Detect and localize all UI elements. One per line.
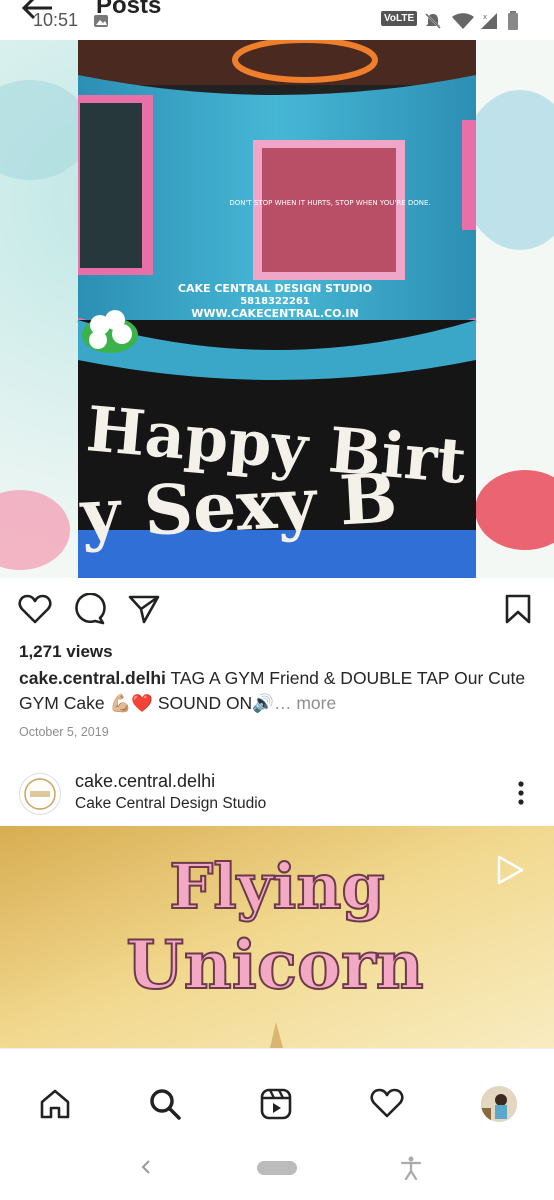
page-title: Posts xyxy=(96,0,162,19)
wifi-icon xyxy=(452,13,474,29)
watermark-line3: WWW.CAKECENTRAL.CO.IN xyxy=(191,307,358,320)
comment-icon[interactable] xyxy=(73,593,107,625)
heart-icon[interactable] xyxy=(370,1087,404,1119)
back-arrow-icon[interactable] xyxy=(18,0,58,24)
accessibility-icon[interactable] xyxy=(400,1156,422,1180)
share-icon[interactable] xyxy=(127,593,161,625)
next-post-username[interactable]: cake.central.delhi xyxy=(75,771,215,792)
cake-text-sexy: y Sexy B xyxy=(78,459,400,556)
home-pill[interactable] xyxy=(257,1161,297,1175)
post-date: October 5, 2019 xyxy=(19,725,109,739)
system-navigation xyxy=(0,1136,554,1200)
more-options-icon[interactable] xyxy=(510,779,532,809)
unicorn-title-line2: Unicorn xyxy=(126,926,424,1004)
watermark-line1: CAKE CENTRAL DESIGN STUDIO xyxy=(178,282,372,295)
mute-bell-icon xyxy=(425,13,441,29)
post-media[interactable]: DON'T STOP WHEN IT HURTS, STOP WHEN YOU'… xyxy=(0,40,554,578)
view-count[interactable]: 1,271 views xyxy=(19,642,113,662)
svg-text:x: x xyxy=(483,13,487,21)
caption-more-link[interactable]: … more xyxy=(274,693,336,713)
battery-icon xyxy=(508,11,518,30)
home-icon[interactable] xyxy=(38,1087,72,1121)
unicorn-image: Flying Unicorn xyxy=(0,826,554,1048)
signal-icon: x xyxy=(481,13,497,29)
bottom-navigation xyxy=(0,1048,554,1137)
post-caption: cake.central.delhi TAG A GYM Friend & DO… xyxy=(19,666,539,716)
caption-username[interactable]: cake.central.delhi xyxy=(19,668,166,688)
system-back-icon[interactable] xyxy=(138,1158,154,1176)
search-icon[interactable] xyxy=(148,1087,182,1121)
next-post-subtitle[interactable]: Cake Central Design Studio xyxy=(75,795,266,813)
bookmark-icon[interactable] xyxy=(504,593,532,625)
cake-image: DON'T STOP WHEN IT HURTS, STOP WHEN YOU'… xyxy=(0,40,554,578)
like-heart-icon[interactable] xyxy=(18,593,52,625)
profile-avatar[interactable] xyxy=(481,1086,517,1122)
volte-badge: VoLTE xyxy=(381,11,418,26)
status-bar: 10:51 VoLTE x xyxy=(0,0,554,40)
watermark-line2: 5818322261 xyxy=(240,296,310,307)
next-post-media[interactable]: Flying Unicorn xyxy=(0,826,554,1048)
unicorn-title-line1: Flying xyxy=(169,850,385,923)
avatar[interactable] xyxy=(19,773,61,815)
frame-quote-text: DON'T STOP WHEN IT HURTS, STOP WHEN YOU'… xyxy=(229,199,430,207)
reels-icon[interactable] xyxy=(259,1087,293,1121)
